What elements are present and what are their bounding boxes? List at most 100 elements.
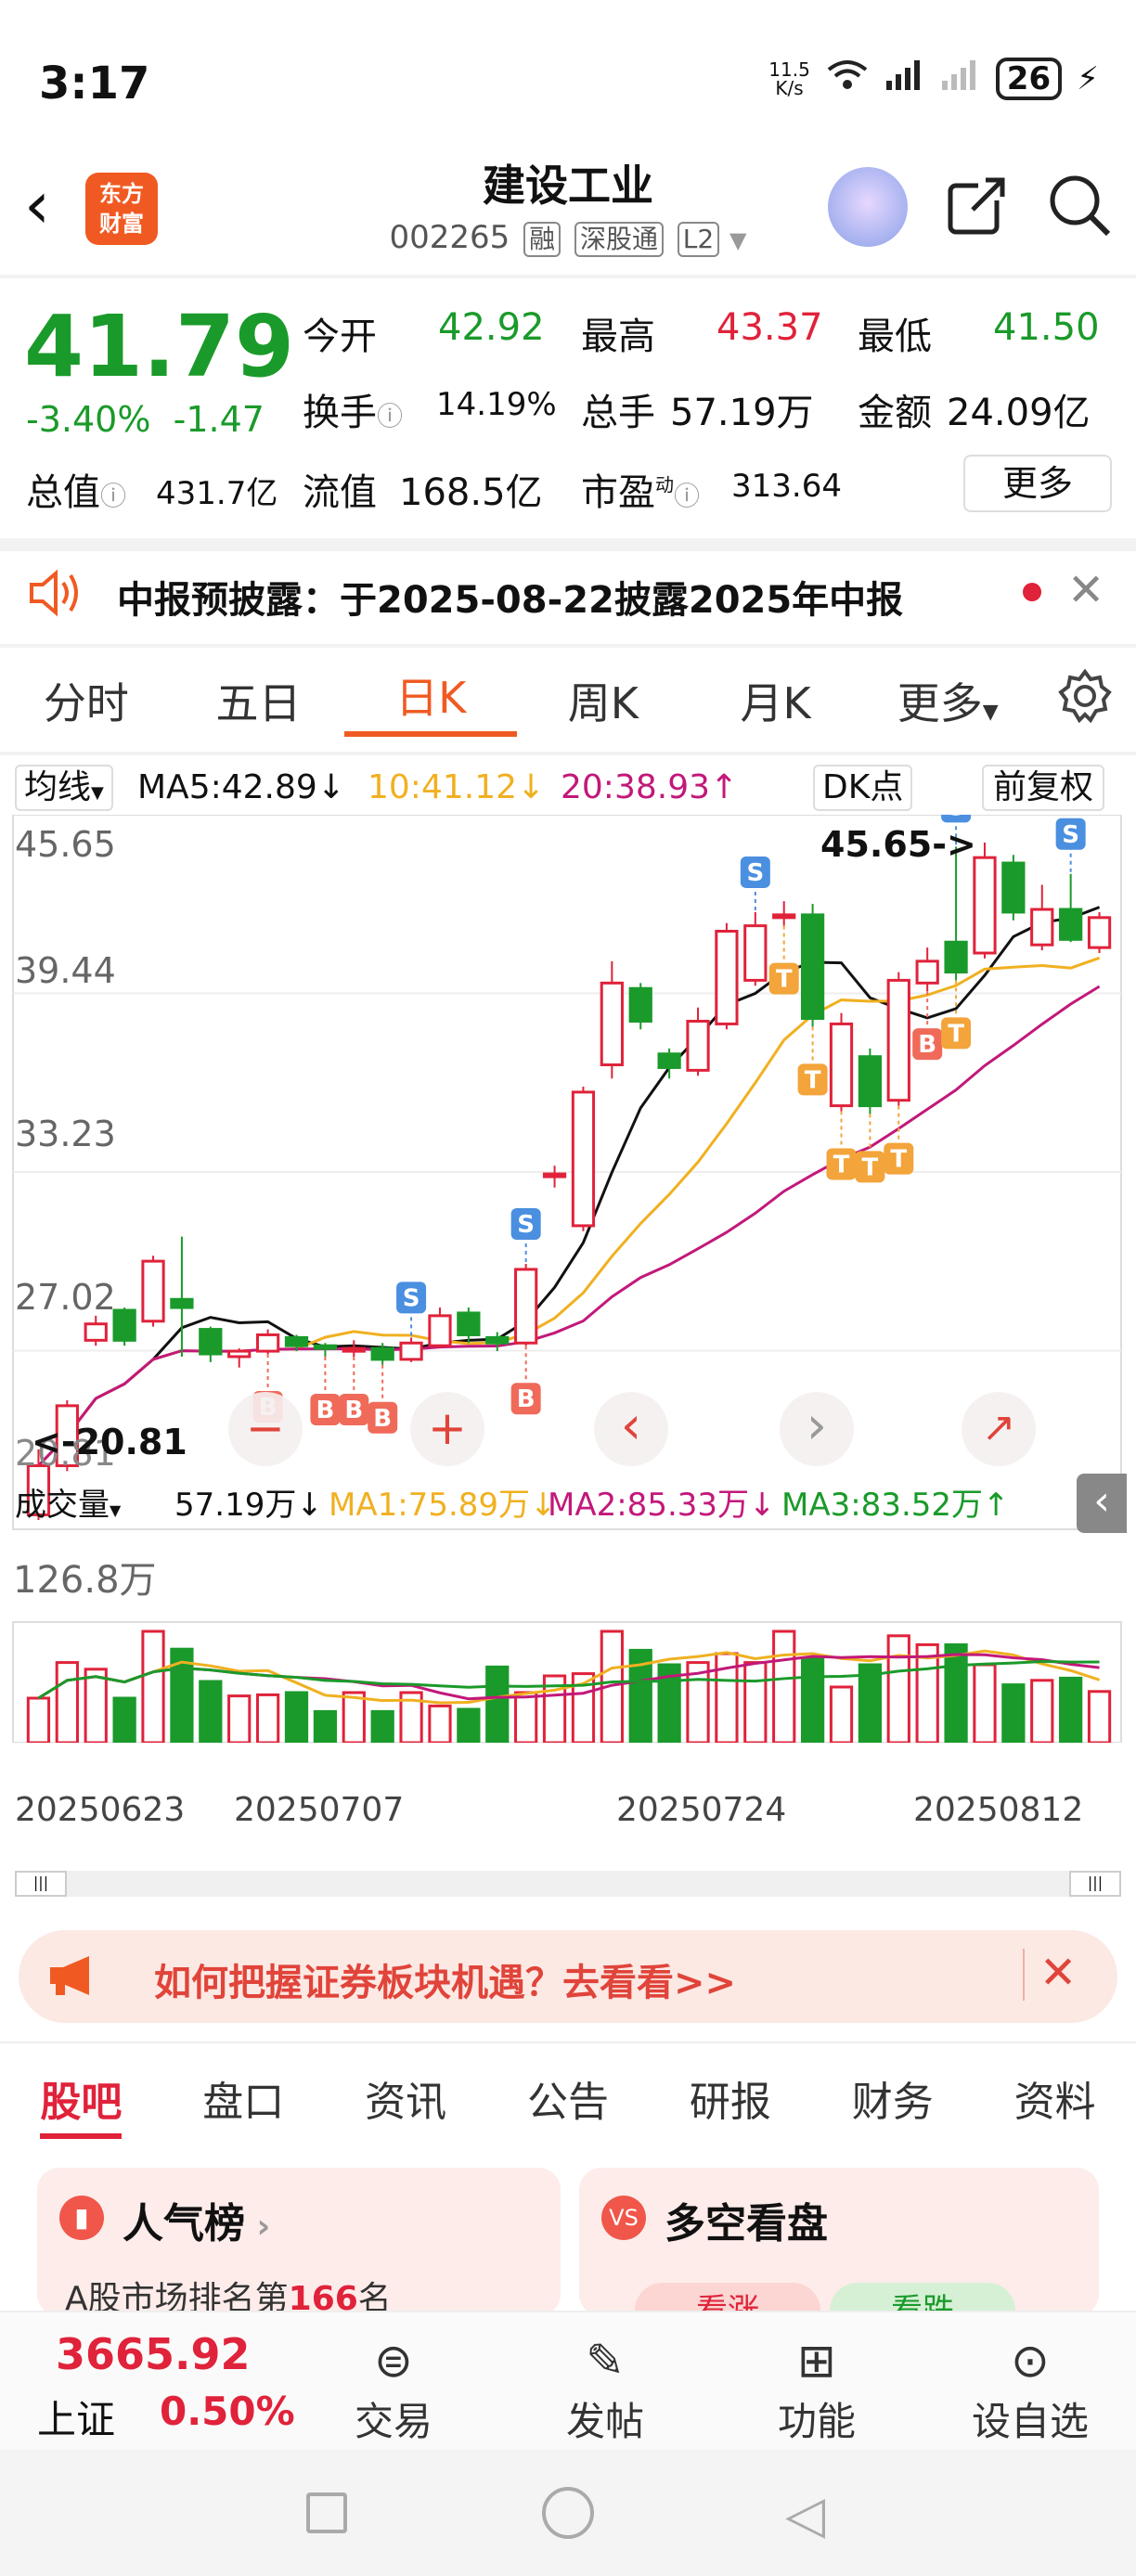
float-label: 流值	[303, 471, 377, 514]
tab-announcements[interactable]: 公告	[487, 2068, 650, 2128]
volume-label: 总手	[581, 392, 655, 434]
candle-body	[858, 1055, 883, 1108]
adjust-button[interactable]: 前复权	[982, 765, 1105, 811]
candle-body	[313, 1344, 338, 1350]
tab-monthly-k[interactable]: 月K	[690, 670, 862, 731]
chart-scrollbar[interactable]: ||| |||	[15, 1871, 1121, 1897]
system-nav-bar: ◁	[0, 2450, 1136, 2576]
tab-research[interactable]: 研报	[649, 2068, 811, 2128]
app-root: { "status_bar": {"time": "3:17", "net_sp…	[0, 0, 1136, 2576]
ma-selector[interactable]: 均线▼	[15, 765, 113, 811]
notice-bar[interactable]: 中报预披露：于2025-08-22披露2025年中报 ✕	[0, 551, 1136, 644]
pe-value: 313.64	[731, 468, 842, 505]
popularity-card[interactable]: ▮ 人气榜 › A股市场排名第166名	[37, 2168, 561, 2318]
volume-bar	[370, 1709, 394, 1743]
period-tabs: 分时 五日 日K 周K 月K 更多▼	[0, 650, 1136, 752]
candle-body	[886, 978, 910, 1102]
price-change: -3.40% -1.47	[26, 399, 265, 440]
collapse-panel-button[interactable]: ‹	[1077, 1474, 1127, 1533]
index-pct[interactable]: 0.50%	[160, 2389, 295, 2434]
close-icon[interactable]: ✕	[1039, 1947, 1077, 1999]
dropdown-icon[interactable]: ▼	[729, 227, 746, 253]
connect-tag: 深股通	[574, 222, 664, 257]
candle-body	[428, 1314, 452, 1347]
search-icon[interactable]	[1047, 173, 1112, 241]
pe-label: 市盈动ⓘ	[581, 471, 701, 514]
candlestick-svg[interactable]: SSBBBBSBSTTTTTBTS	[0, 815, 1136, 1743]
more-button[interactable]: 更多	[963, 455, 1112, 512]
ma10-readout: 10:41.12↓	[368, 768, 546, 806]
candle-body	[800, 913, 825, 1021]
info-icon[interactable]: ⓘ	[377, 401, 403, 431]
back-nav-icon[interactable]: ◁	[785, 2485, 825, 2545]
tab-financials[interactable]: 财务	[811, 2068, 974, 2128]
candle-body	[628, 986, 652, 1023]
trade-button[interactable]: ⊜ 交易	[329, 2331, 458, 2447]
scroll-handle-right[interactable]: |||	[1069, 1871, 1121, 1897]
fullscreen-button[interactable]: ↗	[962, 1392, 1036, 1466]
promo-banner[interactable]: 如何把握证券板块机遇？去看看>> ✕	[19, 1930, 1117, 2023]
tab-intraday[interactable]: 分时	[0, 670, 173, 731]
candle-body	[170, 1297, 194, 1309]
y-tick-label: 27.02	[15, 1277, 116, 1318]
info-tabs: 股吧 盘口 资讯 公告 研报 财务 资料	[0, 2041, 1136, 2153]
zoom-out-button[interactable]: −	[228, 1392, 303, 1466]
more-circle-icon: ⊙	[1011, 2334, 1050, 2388]
close-icon[interactable]: ✕	[1067, 564, 1104, 616]
turnover-label: 换手ⓘ	[303, 392, 404, 434]
recents-icon[interactable]	[306, 2492, 347, 2533]
add-watchlist-button[interactable]: ⊙ 设自选	[965, 2331, 1095, 2447]
dk-button[interactable]: DK点	[813, 765, 913, 811]
tab-orderbook[interactable]: 盘口	[162, 2068, 325, 2128]
tab-forum[interactable]: 股吧	[0, 2068, 162, 2139]
scroll-handle-left[interactable]: |||	[15, 1871, 67, 1897]
tab-five-day[interactable]: 五日	[173, 670, 345, 731]
candle-body	[1087, 916, 1112, 949]
index-name[interactable]: 上证	[37, 2389, 115, 2445]
section-divider	[0, 538, 1136, 551]
scroll-right-button[interactable]: ›	[780, 1392, 854, 1466]
tab-weekly-k[interactable]: 周K	[517, 670, 690, 731]
candle-body	[370, 1346, 394, 1361]
kline-chart[interactable]: 均线▼ MA5:42.89↓ 10:41.12↓ 20:38.93↑ DK点 前…	[0, 759, 1136, 1897]
volume-bar	[55, 1661, 79, 1743]
volume-bar	[1059, 1676, 1083, 1743]
scroll-left-button[interactable]: ‹	[594, 1392, 668, 1466]
volume-bar	[886, 1634, 910, 1743]
tab-news[interactable]: 资讯	[325, 2068, 487, 2128]
tab-daily-k[interactable]: 日K	[344, 664, 518, 737]
info-icon[interactable]: ⓘ	[100, 481, 126, 511]
bull-bear-card[interactable]: VS 多空看盘 看涨 看跌	[579, 2168, 1099, 2338]
volume-selector[interactable]: 成交量▼	[15, 1479, 121, 1525]
tab-more[interactable]: 更多▼	[861, 670, 1034, 731]
zoom-in-button[interactable]: +	[410, 1392, 484, 1466]
share-icon[interactable]	[945, 173, 1010, 241]
feature-cards: ▮ 人气榜 › A股市场排名第166名 VS 多空看盘 看涨 看跌	[37, 2168, 1099, 2338]
candle-body	[944, 940, 968, 974]
signal-2-icon	[940, 58, 981, 100]
high-value: 43.37	[716, 306, 823, 349]
volume-ma-line	[37, 1660, 1100, 1700]
network-speed: 11.5 K/s	[768, 58, 810, 99]
candle-body	[743, 924, 768, 982]
volume-bar	[457, 1707, 481, 1743]
vol-ma2-readout: MA2:85.33万↓	[548, 1487, 776, 1524]
info-icon[interactable]: ⓘ	[674, 481, 700, 511]
post-button[interactable]: ✎ 发帖	[540, 2331, 670, 2447]
header-actions	[828, 167, 1112, 247]
candle-body	[199, 1328, 223, 1356]
candle-body	[571, 1090, 596, 1228]
candle-body	[715, 930, 739, 1025]
grid-icon: ⊞	[797, 2334, 836, 2388]
functions-button[interactable]: ⊞ 功能	[752, 2331, 882, 2447]
status-bar: 3:17 11.5 K/s 26 ⚡	[0, 0, 1136, 139]
assistant-avatar-icon[interactable]	[828, 167, 908, 247]
candle-body	[1030, 908, 1054, 947]
settings-gear-icon[interactable]	[1034, 668, 1136, 734]
tab-profile[interactable]: 资料	[974, 2068, 1136, 2128]
home-icon[interactable]	[542, 2487, 594, 2539]
index-value[interactable]: 3665.92	[56, 2329, 251, 2379]
signal-badge-label: B	[918, 1031, 936, 1059]
volume-bar	[255, 1693, 280, 1743]
signal-badge-label: B	[517, 1385, 536, 1413]
